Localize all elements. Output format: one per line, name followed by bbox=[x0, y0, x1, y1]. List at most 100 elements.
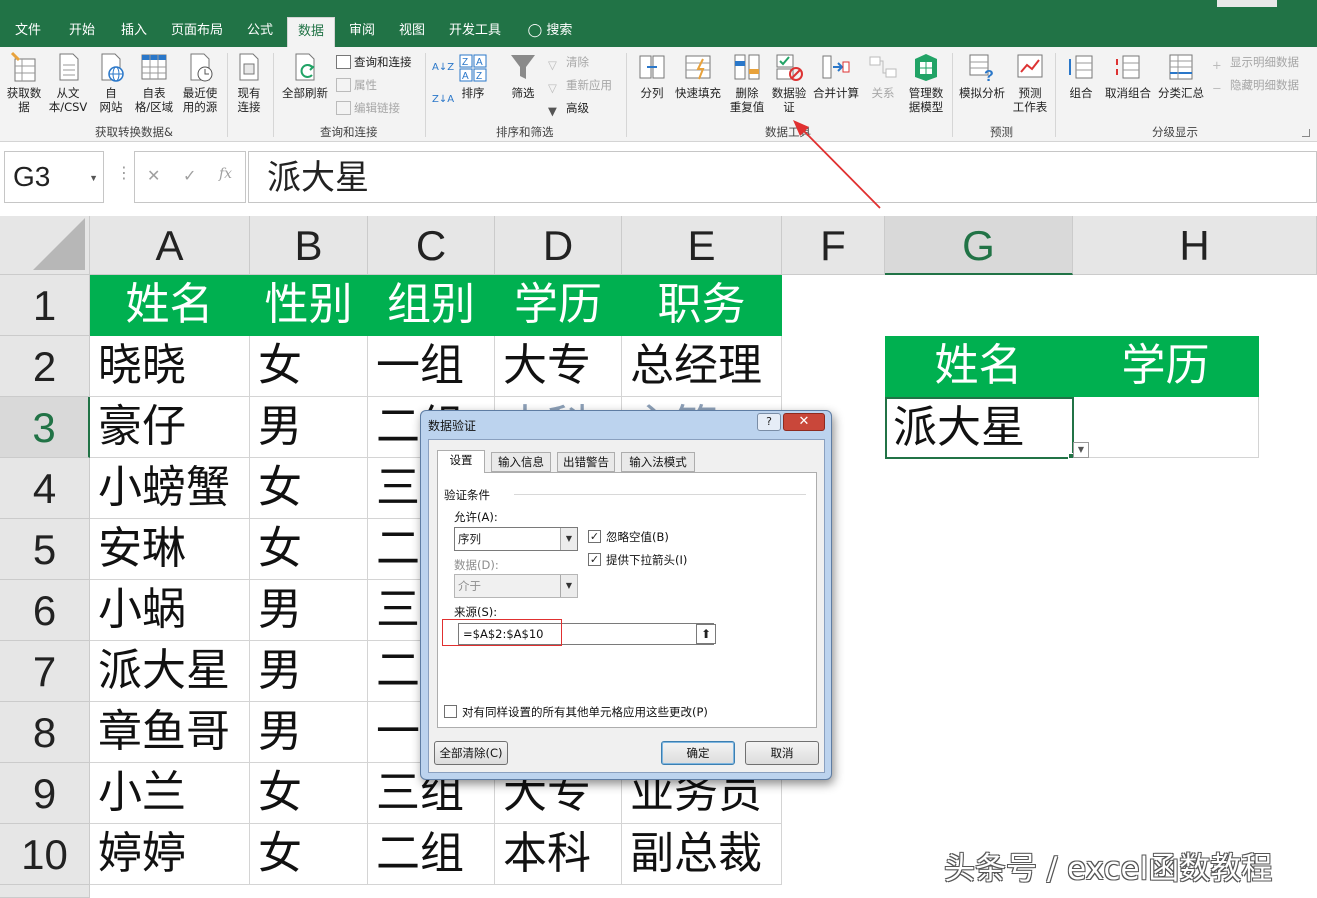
cell-g2[interactable]: 姓名 bbox=[885, 336, 1073, 397]
consolidate-button[interactable]: 合并计算 bbox=[810, 51, 862, 100]
cell-c2[interactable]: 一组 bbox=[368, 336, 495, 397]
formula-input[interactable]: 派大星 bbox=[248, 151, 1317, 203]
row-header-11[interactable] bbox=[0, 885, 90, 898]
col-header-b[interactable]: B bbox=[250, 216, 368, 275]
cell-a3[interactable]: 豪仔 bbox=[90, 397, 250, 458]
cell-h2[interactable]: 学历 bbox=[1073, 336, 1259, 397]
cell-g3[interactable]: 派大星 bbox=[885, 397, 1074, 459]
clear-all-button[interactable]: 全部清除(C) bbox=[434, 741, 508, 765]
row-header-1[interactable]: 1 bbox=[0, 275, 90, 336]
cell-a1[interactable]: 姓名 bbox=[90, 275, 250, 336]
cell-b5[interactable]: 女 bbox=[250, 519, 368, 580]
col-header-c[interactable]: C bbox=[368, 216, 495, 275]
recent-sources-button[interactable]: 最近使 用的源 bbox=[178, 51, 222, 114]
reapply-button[interactable]: ▽ 重新应用 bbox=[548, 76, 612, 95]
col-header-d[interactable]: D bbox=[495, 216, 622, 275]
cell-b1[interactable]: 性别 bbox=[250, 275, 368, 336]
row-header-4[interactable]: 4 bbox=[0, 458, 90, 519]
cell-e2[interactable]: 总经理 bbox=[622, 336, 782, 397]
from-table-button[interactable]: 自表 格/区域 bbox=[132, 51, 176, 114]
cell-b9[interactable]: 女 bbox=[250, 763, 368, 824]
remove-duplicates-button[interactable]: 删除 重复值 bbox=[726, 51, 768, 114]
cell-d1[interactable]: 学历 bbox=[495, 275, 622, 336]
help-button[interactable]: ? bbox=[757, 413, 781, 431]
allow-select[interactable]: 序列 ▼ bbox=[454, 527, 578, 551]
row-header-6[interactable]: 6 bbox=[0, 580, 90, 641]
get-data-button[interactable]: 获取数 据 bbox=[2, 51, 46, 114]
cancel-icon[interactable]: ✕ bbox=[147, 166, 160, 185]
col-header-f[interactable]: F bbox=[782, 216, 885, 275]
row-header-5[interactable]: 5 bbox=[0, 519, 90, 580]
hide-detail-button[interactable]: − 隐藏明细数据 bbox=[1212, 76, 1299, 95]
login-button[interactable] bbox=[1217, 0, 1277, 7]
refresh-all-button[interactable]: 全部刷新 bbox=[278, 51, 332, 100]
chevron-down-icon[interactable]: ▼ bbox=[560, 528, 577, 550]
queries-connections-button[interactable]: 查询和连接 bbox=[336, 53, 412, 71]
ok-button[interactable]: 确定 bbox=[661, 741, 735, 765]
cell-d2[interactable]: 大专 bbox=[495, 336, 622, 397]
in-cell-dropdown-checkbox[interactable]: ✓ bbox=[588, 553, 601, 566]
from-text-csv-button[interactable]: 从文 本/CSV bbox=[46, 51, 90, 114]
tab-home[interactable]: 开始 bbox=[60, 17, 104, 47]
forecast-sheet-button[interactable]: 预测 工作表 bbox=[1010, 51, 1050, 114]
cell-a2[interactable]: 晓晓 bbox=[90, 336, 250, 397]
tab-review[interactable]: 审阅 bbox=[342, 17, 382, 47]
cell-b8[interactable]: 男 bbox=[250, 702, 368, 763]
tab-error-alert[interactable]: 出错警告 bbox=[557, 452, 615, 472]
existing-connections-button[interactable]: 现有 连接 bbox=[230, 51, 268, 114]
close-button[interactable]: ✕ bbox=[783, 413, 825, 431]
name-box-dropdown-icon[interactable]: ▼ bbox=[89, 174, 98, 183]
data-validation-button[interactable]: 数据验 证 bbox=[768, 51, 810, 114]
sort-az-button[interactable]: A↓Z bbox=[432, 59, 454, 77]
cell-b4[interactable]: 女 bbox=[250, 458, 368, 519]
cell-d10[interactable]: 本科 bbox=[495, 824, 622, 885]
clear-filter-button[interactable]: ▽ 清除 bbox=[548, 53, 589, 72]
cell-e10[interactable]: 副总裁 bbox=[622, 824, 782, 885]
manage-data-model-button[interactable]: 管理数 据模型 bbox=[904, 51, 948, 114]
sort-za-button[interactable]: Z↓A bbox=[432, 91, 454, 109]
cell-a9[interactable]: 小兰 bbox=[90, 763, 250, 824]
cell-b2[interactable]: 女 bbox=[250, 336, 368, 397]
cell-a6[interactable]: 小蜗 bbox=[90, 580, 250, 641]
tab-data[interactable]: 数据 bbox=[287, 17, 335, 47]
advanced-filter-button[interactable]: ▼ 高级 bbox=[548, 99, 589, 118]
row-header-8[interactable]: 8 bbox=[0, 702, 90, 763]
tab-formulas[interactable]: 公式 bbox=[238, 17, 282, 47]
select-all-button[interactable] bbox=[0, 216, 90, 275]
cell-h3[interactable] bbox=[1074, 397, 1259, 458]
col-header-h[interactable]: H bbox=[1073, 216, 1317, 275]
row-header-9[interactable]: 9 bbox=[0, 763, 90, 824]
text-to-columns-button[interactable]: 分列 bbox=[634, 51, 670, 100]
name-box[interactable]: G3 ▼ bbox=[4, 151, 104, 203]
cell-a4[interactable]: 小螃蟹 bbox=[90, 458, 250, 519]
tab-developer[interactable]: 开发工具 bbox=[444, 17, 506, 47]
tab-ime-mode[interactable]: 输入法模式 bbox=[621, 452, 695, 472]
tab-insert[interactable]: 插入 bbox=[114, 17, 154, 47]
data-select[interactable]: 介于 ▼ bbox=[454, 574, 578, 598]
row-header-3[interactable]: 3 bbox=[0, 397, 90, 458]
row-header-10[interactable]: 10 bbox=[0, 824, 90, 885]
ignore-blank-checkbox[interactable]: ✓ bbox=[588, 530, 601, 543]
properties-button[interactable]: 属性 bbox=[336, 76, 377, 94]
formula-bar-splitter[interactable]: ⋮ bbox=[116, 165, 132, 181]
tab-file[interactable]: 文件 bbox=[8, 17, 48, 47]
cell-b6[interactable]: 男 bbox=[250, 580, 368, 641]
collapse-dialog-icon[interactable]: ⬆ bbox=[696, 624, 716, 644]
cell-a10[interactable]: 婷婷 bbox=[90, 824, 250, 885]
what-if-analysis-button[interactable]: ? 模拟分析 bbox=[956, 51, 1008, 100]
col-header-g[interactable]: G bbox=[885, 216, 1073, 275]
from-web-button[interactable]: 自 网站 bbox=[92, 51, 130, 114]
cancel-button[interactable]: 取消 bbox=[745, 741, 819, 765]
cell-c10[interactable]: 二组 bbox=[368, 824, 495, 885]
subtotal-button[interactable]: 分类汇总 bbox=[1154, 51, 1208, 100]
show-detail-button[interactable]: + 显示明细数据 bbox=[1212, 53, 1299, 72]
chevron-down-icon[interactable]: ▼ bbox=[560, 575, 577, 597]
tab-page-layout[interactable]: 页面布局 bbox=[164, 17, 230, 47]
insert-function-icon[interactable]: fx bbox=[219, 166, 232, 182]
tab-input-message[interactable]: 输入信息 bbox=[491, 452, 551, 472]
cell-b3[interactable]: 男 bbox=[250, 397, 368, 458]
cell-c1[interactable]: 组别 bbox=[368, 275, 495, 336]
dialog-launcher-icon[interactable] bbox=[1302, 129, 1310, 137]
group-button[interactable]: 组合 bbox=[1062, 51, 1100, 100]
row-header-2[interactable]: 2 bbox=[0, 336, 90, 397]
